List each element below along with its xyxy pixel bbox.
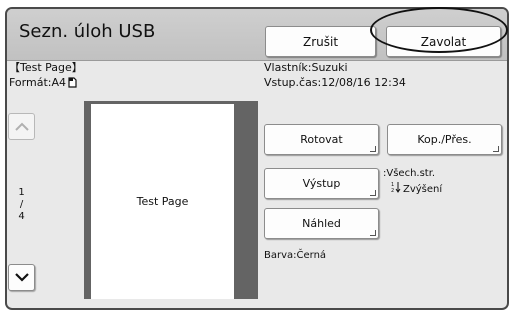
sort-order-row: 1 2 Zvýšení: [391, 181, 442, 198]
output-settings-info: :Všech.str. 1 2 Zvýšení: [383, 167, 442, 198]
page-up-button[interactable]: [8, 113, 35, 140]
job-entry-time: Vstup.čas:12/08/16 12:34: [264, 76, 406, 89]
copy-overwrite-button[interactable]: Kop./Přes.: [387, 124, 502, 155]
page-separator: /: [19, 199, 24, 210]
call-button[interactable]: Zavolat: [386, 26, 501, 57]
chevron-up-icon: [14, 122, 29, 131]
header-bar: Sezn. úloh USB Zrušit Zavolat: [7, 9, 507, 61]
document-format: Formát:A4: [9, 76, 66, 89]
preview-button[interactable]: Náhled: [264, 208, 379, 239]
job-color: Barva:Černá: [264, 250, 327, 261]
job-info: Vlastník:Suzuki Vstup.čas:12/08/16 12:34: [264, 60, 406, 90]
preview-page-text: Test Page: [136, 195, 189, 208]
cancel-button[interactable]: Zrušit: [265, 26, 376, 57]
sort-ascending-icon: 1 2: [391, 181, 401, 198]
chevron-down-icon: [14, 273, 29, 282]
output-pages: :Všech.str.: [383, 168, 436, 179]
job-owner: Vlastník:Suzuki: [264, 61, 348, 74]
current-page: 1: [18, 187, 25, 198]
output-button[interactable]: Výstup: [264, 168, 379, 199]
page-down-button[interactable]: [8, 264, 35, 291]
document-format-row: Formát:A4: [9, 75, 83, 90]
total-pages: 4: [18, 211, 25, 222]
svg-text:2: 2: [391, 188, 394, 193]
paper-portrait-icon: [68, 77, 77, 88]
page-counter: 1 / 4: [8, 187, 35, 223]
sort-order: Zvýšení: [403, 183, 443, 195]
page-title: Sezn. úloh USB: [19, 21, 156, 42]
rotate-button[interactable]: Rotovat: [264, 124, 379, 155]
document-info: 【Test Page】 Formát:A4: [9, 60, 83, 90]
document-name: 【Test Page】: [9, 61, 83, 74]
preview-page: Test Page: [91, 104, 234, 299]
